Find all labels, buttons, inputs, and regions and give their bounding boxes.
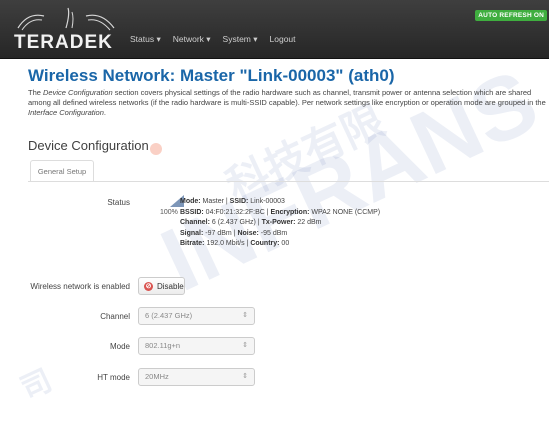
select-caret-icon: ⇕	[242, 312, 248, 319]
watermark-cn-2: 司	[15, 363, 58, 407]
disable-button[interactable]: ⊘ Disable	[138, 277, 185, 295]
mode-value: 802.11g+n	[145, 341, 181, 350]
disable-icon: ⊘	[144, 281, 153, 291]
brand-text: TERADEK	[14, 32, 113, 52]
htmode-label: HT mode	[97, 373, 130, 382]
desc-emphasis-interface: Interface Configuration	[28, 108, 104, 117]
select-caret-icon: ⇕	[242, 342, 248, 349]
status-details: Mode: Master | SSID: Link-00003 BSSID: 0…	[180, 198, 381, 247]
tab-general-setup[interactable]: General Setup	[30, 160, 94, 182]
mode-select[interactable]: 802.11g+n ⇕	[138, 337, 255, 355]
desc-emphasis-device: Device Configuration	[43, 88, 113, 97]
mode-label: Mode	[109, 342, 130, 351]
htmode-value: 20MHz	[145, 372, 169, 381]
device-config-title: Device Configuration	[28, 138, 149, 153]
watermark-dot	[150, 143, 162, 155]
nav-status[interactable]: Status ▾	[130, 34, 161, 45]
teradek-logo[interactable]: TERADEK	[10, 6, 125, 52]
disable-button-label: Disable	[157, 281, 184, 291]
htmode-select[interactable]: 20MHz ⇕	[138, 368, 255, 386]
nav-network[interactable]: Network ▾	[173, 34, 211, 45]
select-caret-icon: ⇕	[242, 373, 248, 380]
nav-logout[interactable]: Logout	[270, 34, 296, 45]
top-header: TERADEK Status ▾ Network ▾ System ▾ Logo…	[0, 0, 549, 59]
page-title: Wireless Network: Master "Link-00003" (a…	[28, 66, 395, 85]
page-description: The Device Configuration section covers …	[28, 88, 546, 117]
signal-percent: 100%	[160, 209, 178, 216]
channel-label: Channel	[100, 312, 130, 321]
main-nav: Status ▾ Network ▾ System ▾ Logout	[130, 34, 296, 45]
auto-refresh-badge[interactable]: AUTO REFRESH ON	[475, 10, 547, 21]
channel-select[interactable]: 6 (2.437 GHz) ⇕	[138, 307, 255, 325]
channel-value: 6 (2.437 GHz)	[145, 311, 193, 320]
nav-system[interactable]: System ▾	[223, 34, 258, 45]
status-label: Status	[107, 198, 130, 207]
tab-divider	[28, 181, 549, 182]
enabled-label: Wireless network is enabled	[30, 282, 130, 291]
